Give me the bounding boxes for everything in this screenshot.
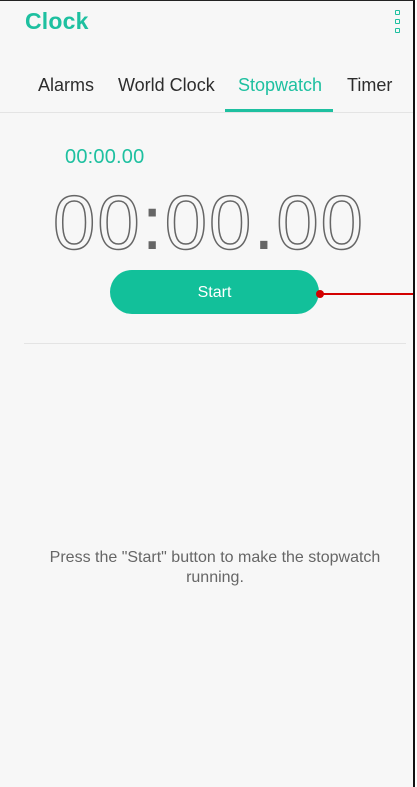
lap-time: 00:00.00 bbox=[65, 146, 145, 168]
minutes-display: 00 bbox=[52, 180, 142, 267]
menu-dot bbox=[395, 19, 400, 24]
menu-dot bbox=[395, 10, 400, 15]
seconds-separator: . bbox=[253, 181, 277, 266]
seconds-display: 00 bbox=[164, 180, 254, 267]
tab-bar: Alarms World Clock Stopwatch Timer bbox=[0, 71, 413, 113]
hundredths-display: 00 bbox=[276, 180, 365, 267]
app-title: Clock bbox=[25, 8, 89, 34]
clock-screen: Clock Alarms World Clock Stopwatch Timer… bbox=[0, 0, 415, 787]
empty-state-hint: Press the "Start" button to make the sto… bbox=[49, 549, 381, 586]
start-button[interactable]: Start bbox=[110, 270, 319, 314]
tab-divider bbox=[0, 112, 413, 113]
tab-world-clock[interactable]: World Clock bbox=[118, 75, 215, 96]
section-divider bbox=[24, 343, 406, 344]
minutes-separator: : bbox=[141, 181, 165, 266]
pointer-dot bbox=[316, 290, 324, 298]
overflow-menu-icon[interactable] bbox=[392, 9, 406, 35]
tab-alarms[interactable]: Alarms bbox=[38, 75, 94, 96]
tab-timer[interactable]: Timer bbox=[347, 75, 392, 96]
pointer-line bbox=[320, 293, 413, 295]
tab-stopwatch[interactable]: Stopwatch bbox=[238, 75, 322, 96]
menu-dot bbox=[395, 28, 400, 33]
stopwatch-display: 00:00.00 bbox=[24, 174, 394, 274]
